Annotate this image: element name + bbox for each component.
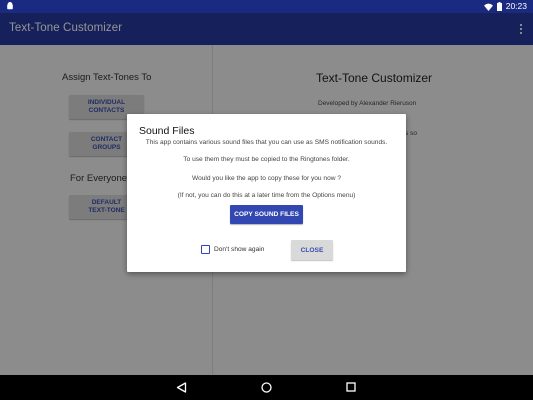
dont-show-again-label: Don't show again	[214, 246, 265, 253]
dialog-message-line: (If not, you can do this at a later time…	[177, 192, 356, 199]
status-icons: 20:23	[483, 1, 527, 12]
home-icon[interactable]	[261, 382, 272, 393]
dialog-message-line: To use them they must be copied to the R…	[183, 156, 350, 163]
dialog-title: Sound Files	[139, 125, 195, 137]
close-button-label: CLOSE	[300, 246, 324, 254]
dont-show-again-option[interactable]: Don't show again	[201, 245, 264, 254]
copy-sound-files-label: COPY SOUND FILES	[234, 211, 299, 218]
battery-icon	[496, 2, 502, 11]
close-button[interactable]: CLOSE	[291, 240, 333, 260]
wifi-icon	[483, 3, 493, 11]
back-icon[interactable]	[176, 382, 187, 393]
dont-show-again-checkbox[interactable]	[201, 245, 210, 254]
dialog-message-line: Would you like the app to copy these for…	[191, 175, 342, 182]
recents-icon[interactable]	[346, 382, 356, 392]
sound-files-dialog: Sound Files This app contains various so…	[127, 114, 406, 272]
status-time: 20:23	[505, 1, 527, 11]
dialog-message-line: This app contains various sound files th…	[145, 139, 388, 146]
android-icon	[7, 2, 13, 10]
copy-sound-files-button[interactable]: COPY SOUND FILES	[230, 205, 303, 224]
navigation-bar	[0, 375, 533, 400]
status-bar: 20:23	[0, 0, 533, 13]
